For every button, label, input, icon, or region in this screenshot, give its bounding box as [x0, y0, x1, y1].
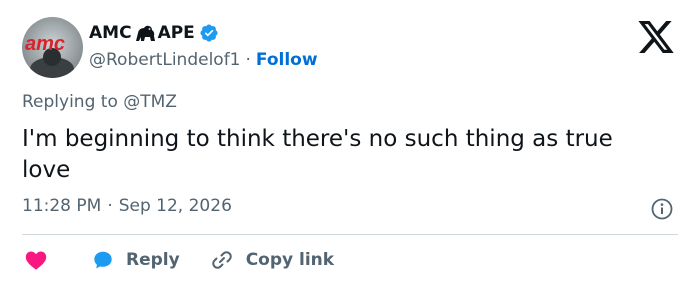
copy-link-label: Copy link	[245, 250, 335, 270]
reply-bubble-icon	[92, 249, 114, 271]
reply-context: Replying to @TMZ	[22, 92, 177, 112]
divider	[22, 234, 678, 235]
avatar-image: amc	[22, 17, 83, 78]
handle-separator: ·	[245, 50, 251, 70]
tweet-date[interactable]: Sep 12, 2026	[119, 196, 232, 216]
tweet-meta: 11:28 PM · Sep 12, 2026	[22, 196, 232, 216]
meta-separator: ·	[107, 196, 113, 216]
author-display-name-end[interactable]: APE	[158, 23, 195, 43]
verified-badge-icon	[199, 23, 219, 43]
gorilla-icon	[133, 23, 157, 43]
reply-button[interactable]: Reply	[92, 249, 180, 271]
heart-icon[interactable]	[24, 248, 48, 272]
follow-button[interactable]: Follow	[256, 50, 318, 70]
avatar-logo-text: amc	[25, 33, 65, 55]
info-icon[interactable]	[651, 198, 673, 220]
tweet-time[interactable]: 11:28 PM	[22, 196, 101, 216]
reply-label: Reply	[126, 250, 180, 270]
reply-context-prefix: Replying to	[22, 92, 118, 112]
author-handle-row: @RobertLindelof1 · Follow	[89, 48, 318, 72]
x-logo-icon[interactable]	[636, 19, 676, 55]
author-name-row: AMC APE	[89, 21, 219, 45]
link-icon	[210, 248, 234, 272]
author-display-name-start[interactable]: AMC	[89, 23, 132, 43]
tweet-actions: Reply Copy link	[22, 245, 334, 275]
avatar[interactable]: amc	[22, 17, 83, 78]
reply-context-mention[interactable]: @TMZ	[123, 92, 177, 112]
author-handle[interactable]: @RobertLindelof1	[89, 50, 241, 70]
copy-link-button[interactable]: Copy link	[210, 248, 334, 272]
tweet-text: I'm beginning to think there's no such t…	[22, 126, 613, 183]
